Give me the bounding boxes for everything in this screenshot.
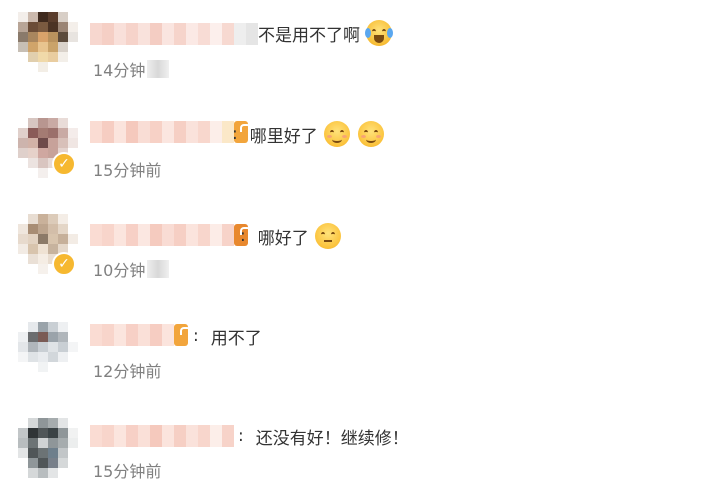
lock-icon [174, 324, 191, 346]
comment-message: 不是用不了啊 [258, 25, 360, 46]
username-blurred[interactable] [90, 224, 251, 246]
timestamp: 14分钟 [93, 61, 146, 80]
comment-text: : 哪好了 [240, 222, 341, 250]
verified-badge-icon: ✓ [52, 252, 76, 276]
comment-item-2: ✓ : 哪里好了 15分钟前 [0, 100, 719, 190]
separator: : [232, 124, 238, 144]
comment-item-3: ✓ : 哪好了 10分钟 [0, 200, 719, 290]
separator: : [240, 226, 246, 246]
comment-time: 15分钟前 [93, 459, 161, 481]
username-blurred[interactable] [90, 121, 251, 143]
comment-message: 哪好了 [257, 228, 309, 249]
comment-time: 14分钟 [93, 58, 170, 80]
crying-laughing-emoji-icon [365, 20, 393, 46]
comment-text: : 还没有好！继续修！ [238, 422, 409, 450]
comment-message: 还没有好！继续修！ [255, 428, 409, 449]
comment-text: : 哪里好了 [232, 120, 384, 148]
timestamp: 10分钟 [93, 261, 146, 280]
username-blurred[interactable] [90, 23, 258, 45]
comment-item-4: : 用不了 12分钟前 [0, 300, 719, 390]
separator: : [238, 426, 244, 446]
smirk-emoji-icon [314, 223, 341, 249]
avatar[interactable] [18, 12, 78, 72]
comment-text: : 用不了 [193, 322, 262, 350]
avatar[interactable] [18, 418, 78, 478]
comment-message: 用不了 [210, 328, 262, 349]
comment-text: 不是用不了啊 [258, 19, 393, 47]
separator: : [193, 326, 199, 346]
verified-badge-icon: ✓ [52, 152, 76, 176]
comment-time: 12分钟前 [93, 359, 161, 381]
username-blurred[interactable] [90, 324, 191, 346]
timestamp: 15分钟前 [93, 462, 162, 481]
blurred-region [147, 60, 170, 78]
comment-message: 哪里好了 [249, 126, 318, 147]
comment-time: 10分钟 [93, 258, 170, 280]
comment-time: 15分钟前 [93, 158, 161, 180]
username-blurred[interactable] [90, 425, 234, 447]
comment-item-5: : 还没有好！继续修！ 15分钟前 [0, 400, 719, 490]
smile-emoji-icon [357, 121, 384, 147]
timestamp: 12分钟前 [93, 362, 162, 381]
blurred-region [147, 260, 170, 278]
smile-emoji-icon [323, 121, 350, 147]
avatar[interactable] [18, 322, 78, 382]
timestamp: 15分钟前 [93, 161, 162, 180]
comment-item-1: 不是用不了啊 14分钟 [0, 0, 719, 90]
